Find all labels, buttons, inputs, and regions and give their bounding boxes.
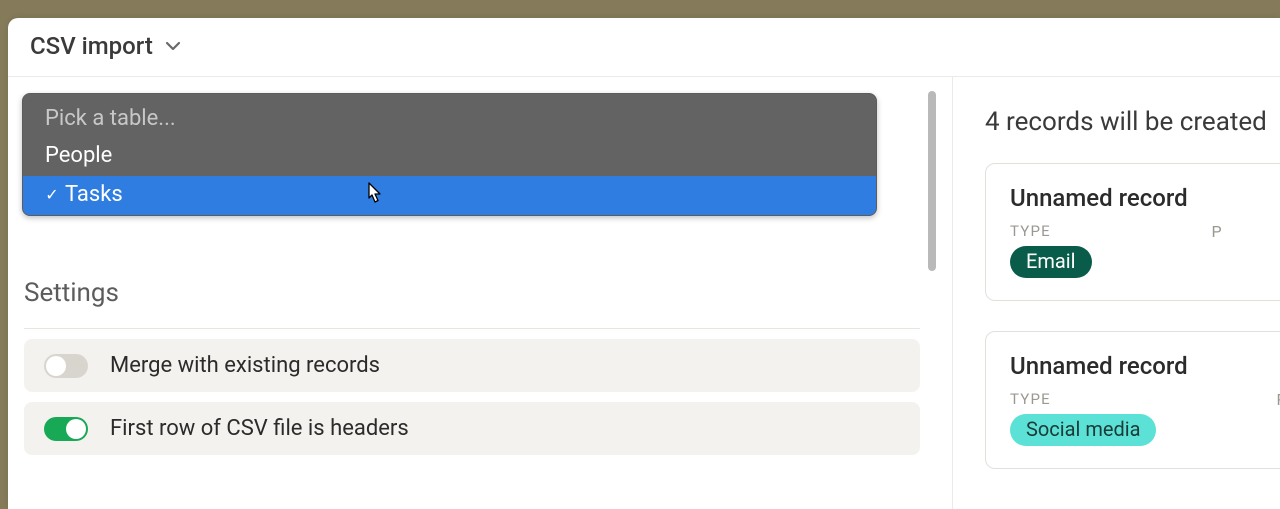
chevron-down-icon[interactable]	[163, 36, 183, 56]
record-title: Unnamed record	[1010, 352, 1280, 380]
preview-heading: 4 records will be created	[985, 107, 1280, 137]
scrollbar[interactable]	[928, 91, 936, 271]
preview-record-card: Unnamed record TYPE Social media P	[985, 331, 1280, 469]
record-title: Unnamed record	[1010, 184, 1280, 212]
settings-section: Settings Merge with existing records Fir…	[22, 278, 928, 455]
setting-merge-records[interactable]: Merge with existing records	[24, 339, 920, 392]
toggle-merge[interactable]	[44, 354, 88, 378]
type-pill: Social media	[1010, 414, 1156, 446]
field-label-extra: P	[1212, 222, 1223, 241]
setting-headers-row[interactable]: First row of CSV file is headers	[24, 402, 920, 455]
type-pill: Email	[1010, 246, 1092, 278]
config-pane: Pick a table... People ✓ Tasks Settings	[8, 77, 952, 509]
check-icon: ✓	[45, 185, 59, 204]
modal-header: CSV import	[8, 18, 1280, 77]
preview-record-card: Unnamed record TYPE Email P	[985, 163, 1280, 301]
toggle-headers[interactable]	[44, 417, 88, 441]
scrollbar-thumb[interactable]	[928, 91, 936, 271]
modal-title: CSV import	[30, 32, 153, 60]
setting-label: Merge with existing records	[110, 353, 380, 378]
settings-heading: Settings	[24, 278, 920, 329]
setting-label: First row of CSV file is headers	[110, 416, 409, 441]
dropdown-option-label: Tasks	[65, 182, 123, 207]
dropdown-option-tasks[interactable]: ✓ Tasks	[23, 176, 876, 215]
field-label-type: TYPE	[1010, 390, 1156, 408]
preview-pane: 4 records will be created Unnamed record…	[953, 77, 1280, 509]
field-label-extra: P	[1276, 390, 1280, 409]
table-picker-dropdown[interactable]: Pick a table... People ✓ Tasks	[22, 93, 877, 216]
dropdown-option-people[interactable]: People	[23, 137, 876, 176]
dropdown-placeholder: Pick a table...	[23, 94, 876, 137]
field-label-type: TYPE	[1010, 222, 1092, 240]
csv-import-modal: CSV import Pick a table... People ✓ Task…	[8, 18, 1280, 509]
